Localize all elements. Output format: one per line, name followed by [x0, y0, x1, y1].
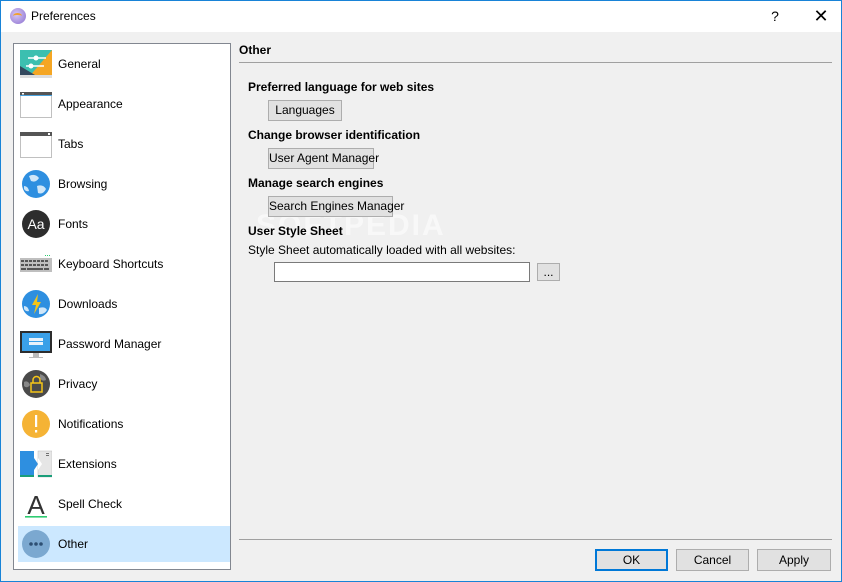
language-heading: Preferred language for web sites: [248, 80, 435, 94]
window-title: Preferences: [31, 9, 96, 23]
title-bar: Preferences ? ✕: [1, 1, 841, 32]
svg-text:Aa: Aa: [27, 216, 44, 232]
globe-icon: [22, 170, 50, 198]
appearance-icon: [20, 92, 52, 118]
user-style-sheet-heading: User Style Sheet: [248, 224, 343, 238]
sidebar-item-label: Downloads: [58, 297, 118, 311]
password-manager-icon: [20, 331, 52, 358]
sidebar-item-general[interactable]: General: [18, 46, 230, 82]
sidebar-item-label: Keyboard Shortcuts: [58, 257, 164, 271]
svg-text:A: A: [27, 490, 45, 520]
languages-button[interactable]: Languages: [268, 100, 342, 121]
search-engines-manager-button[interactable]: Search Engines Manager: [268, 196, 404, 217]
sidebar-item-browsing[interactable]: Browsing: [18, 166, 230, 202]
privacy-lock-icon: [22, 370, 50, 398]
section-title: Other: [239, 43, 272, 57]
sidebar-item-label: Appearance: [58, 97, 123, 111]
preferences-window: Preferences ? ✕ General Appearance Tabs …: [0, 0, 842, 582]
fonts-icon: Aa: [22, 210, 50, 238]
close-button[interactable]: ✕: [801, 1, 841, 31]
sidebar-item-appearance[interactable]: Appearance: [18, 86, 230, 122]
sidebar-item-label: Spell Check: [58, 497, 123, 511]
sidebar-item-tabs[interactable]: Tabs: [18, 126, 230, 162]
general-icon: [20, 50, 52, 78]
extensions-icon: [20, 450, 52, 478]
sidebar-item-label: Fonts: [58, 217, 89, 231]
keyboard-icon: [20, 255, 52, 272]
ok-button[interactable]: OK: [595, 549, 668, 571]
more-dots-icon: [22, 530, 50, 558]
app-logo-icon: [10, 8, 26, 24]
browse-button[interactable]: ...: [537, 263, 560, 281]
footer-divider: [239, 539, 832, 540]
tabs-icon: [20, 132, 52, 158]
sidebar-item-label: Notifications: [58, 417, 124, 431]
sidebar-item-keyboard-shortcuts[interactable]: Keyboard Shortcuts: [18, 246, 230, 282]
notification-icon: [22, 410, 50, 438]
user-agent-manager-button[interactable]: User Agent Manager: [268, 148, 379, 169]
sidebar-item-label: Other: [58, 537, 89, 551]
sidebar-item-label: Privacy: [58, 377, 98, 391]
sidebar-item-spell-check[interactable]: A Spell Check: [18, 486, 230, 522]
style-sheet-path-input[interactable]: [274, 262, 530, 282]
sidebar-item-label: Browsing: [58, 177, 108, 191]
sidebar-item-extensions[interactable]: Extensions: [18, 446, 230, 482]
sidebar-category-list[interactable]: General Appearance Tabs Browsing Aa Font…: [13, 43, 231, 570]
sidebar-item-fonts[interactable]: Aa Fonts: [18, 206, 230, 242]
help-button[interactable]: ?: [761, 4, 789, 28]
spell-check-icon: A: [25, 490, 47, 520]
downloads-icon: [22, 290, 50, 318]
cancel-button[interactable]: Cancel: [676, 549, 749, 571]
sidebar-item-notifications[interactable]: Notifications: [18, 406, 230, 442]
sidebar-item-privacy[interactable]: Privacy: [18, 366, 230, 402]
sidebar-item-label: Tabs: [58, 137, 84, 151]
sidebar-item-other[interactable]: Other: [18, 526, 230, 562]
sidebar-item-downloads[interactable]: Downloads: [18, 286, 230, 322]
sidebar-item-label: General: [58, 57, 101, 71]
section-divider: [239, 62, 832, 63]
sidebar-item-label: Extensions: [58, 457, 117, 471]
apply-button[interactable]: Apply: [757, 549, 831, 571]
search-engines-heading: Manage search engines: [248, 176, 384, 190]
style-sheet-label: Style Sheet automatically loaded with al…: [248, 243, 516, 257]
identification-heading: Change browser identification: [248, 128, 421, 142]
sidebar-item-password-manager[interactable]: Password Manager: [18, 326, 230, 362]
sidebar-item-label: Password Manager: [58, 337, 162, 351]
